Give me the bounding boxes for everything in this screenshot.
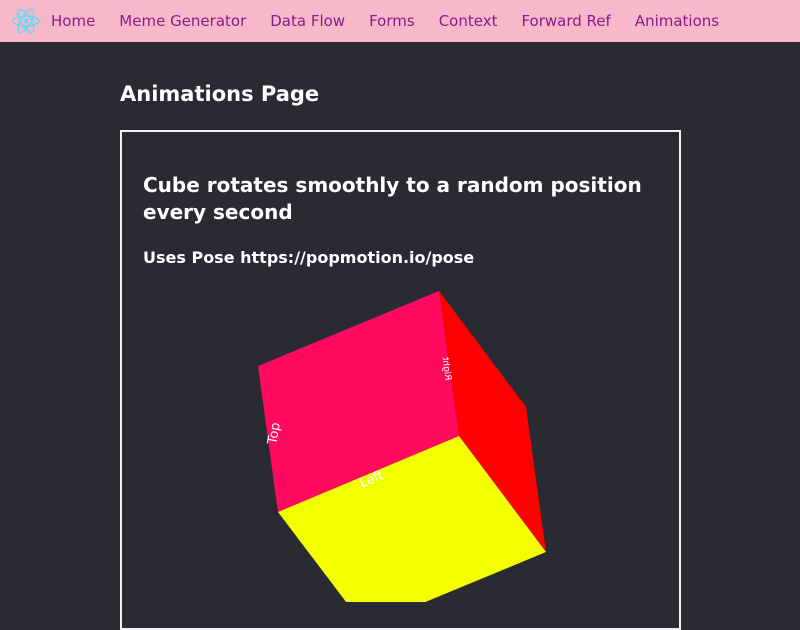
top-navbar: Home Meme Generator Data Flow Forms Cont… bbox=[0, 0, 800, 42]
nav-link-home[interactable]: Home bbox=[51, 12, 95, 30]
nav-link-forms[interactable]: Forms bbox=[369, 12, 415, 30]
nav-link-animations[interactable]: Animations bbox=[635, 12, 719, 30]
nav-link-forward-ref[interactable]: Forward Ref bbox=[521, 12, 610, 30]
nav-link-data-flow[interactable]: Data Flow bbox=[270, 12, 345, 30]
page-title: Animations Page bbox=[120, 82, 320, 106]
animation-panel: Cube rotates smoothly to a random positi… bbox=[120, 130, 681, 630]
react-atom-icon[interactable] bbox=[11, 6, 41, 36]
nav-link-meme-generator[interactable]: Meme Generator bbox=[119, 12, 246, 30]
nav-link-context[interactable]: Context bbox=[439, 12, 498, 30]
rotating-cube: Top Left Right bbox=[258, 291, 546, 602]
